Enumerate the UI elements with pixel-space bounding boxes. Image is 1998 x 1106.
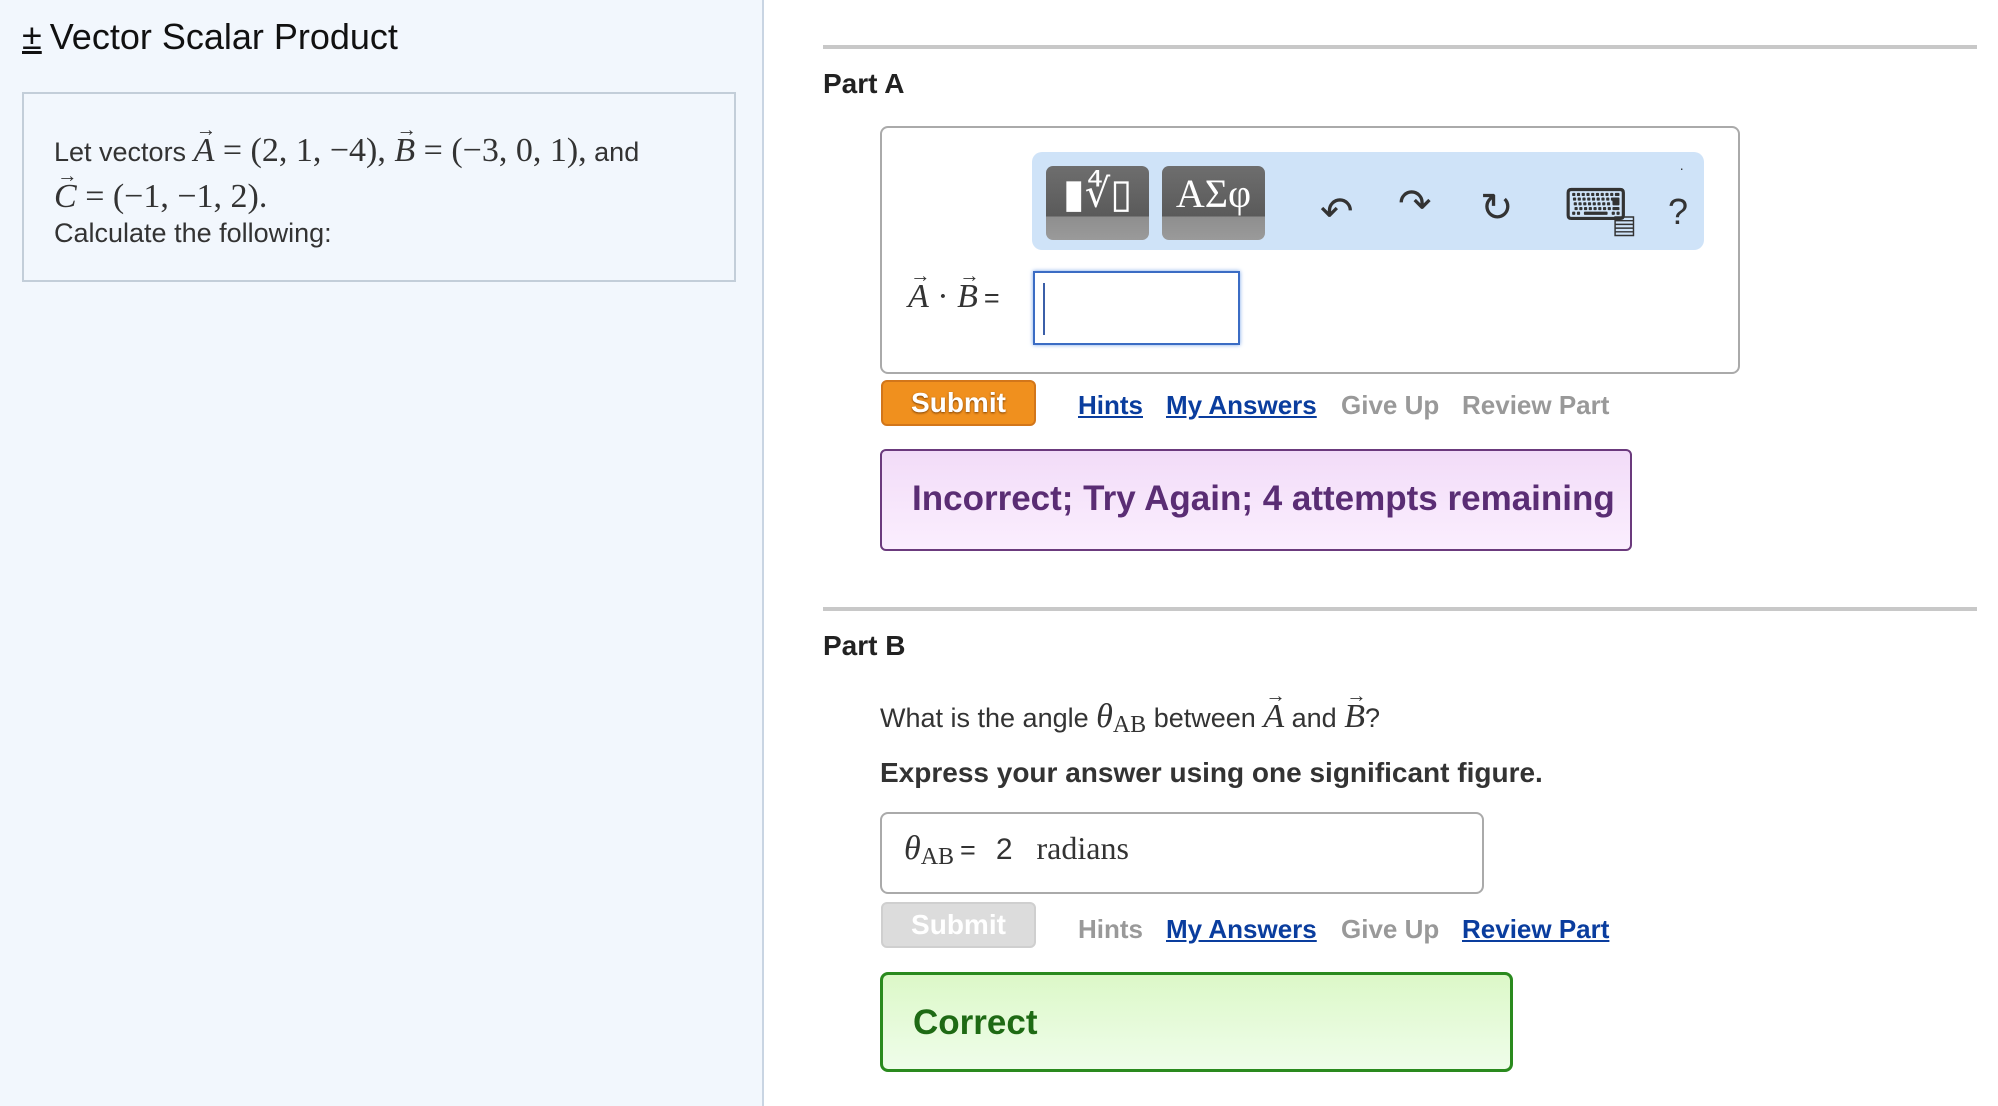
theta-symbol: θ [1096,698,1113,735]
part-a-review-part-link: Review Part [1462,390,1610,420]
intro-text: Let vectors [54,137,187,167]
part-a-feedback: Incorrect; Try Again; 4 attempts remaini… [880,449,1632,551]
part-b-hints-link: Hints [1078,914,1143,944]
label-vector-a: A [908,278,929,316]
question-text-between: between [1153,703,1256,733]
vector-b-symbol: B [394,132,415,170]
question-text-and: and [1291,703,1337,733]
a-dot-b-label: A · B= [908,278,1000,316]
part-b-answer-area: θAB = 2 radians [880,812,1484,894]
problem-line-2: C = (−1, −1, 2). [54,178,267,216]
templates-icon: ▮∜▯ [1062,171,1133,216]
question-text-start: What is the angle [880,703,1089,733]
answer-theta-subscript: AB [920,844,955,870]
problem-line-1: Let vectors A = (2, 1, −4), B = (−3, 0, … [54,132,639,170]
part-b-submit-button: Submit [881,902,1036,948]
problem-title: ± Vector Scalar Product [22,16,398,58]
part-a-submit-button[interactable]: Submit [881,380,1036,426]
vector-c-symbol: C [54,178,77,216]
part-a-answer-area: ▮∜▯ ΑΣφ ↶ ↷ ↻ ⌨ ▤ ? · A · B= [880,126,1740,374]
part-a-answer-input[interactable] [1033,271,1240,345]
part-b-question: What is the angle θAB between A and B? [880,698,1380,739]
problem-title-text: Vector Scalar Product [49,16,398,57]
part-a-title: Part A [823,68,905,99]
answer-theta-symbol: θ [904,830,921,867]
part-a-my-answers-link[interactable]: My Answers [1166,390,1317,421]
math-toolbar: ▮∜▯ ΑΣφ ↶ ↷ ↻ ⌨ ▤ ? · [1032,152,1704,250]
keyboard-shortcuts-icon[interactable]: ▤ [1612,204,1637,244]
and-text: and [594,137,640,167]
part-b-answer-value: 2 [995,833,1013,866]
part-a-feedback-text: Incorrect; Try Again; 4 attempts remaini… [912,479,1615,518]
redo-icon[interactable]: ↷ [1398,184,1432,224]
question-vector-a: A [1263,698,1284,736]
vector-c-value: = (−1, −1, 2). [85,178,268,215]
toolbar-dot: · [1679,160,1684,176]
help-icon[interactable]: ? [1668,192,1688,232]
vector-b-value: = (−3, 0, 1), [423,132,587,169]
label-equals: = [983,283,1000,313]
part-b-my-answers-link[interactable]: My Answers [1166,914,1317,945]
problem-sidebar: ±Vector Scalar Product Let vectors A = (… [0,0,764,1106]
part-b-give-up-link: Give Up [1341,914,1440,944]
part-b-title: Part B [823,630,906,661]
question-vector-b: B [1344,698,1365,736]
part-b-divider [823,607,1977,611]
greek-symbols-icon: ΑΣφ [1175,171,1252,216]
part-b-instruction: Express your answer using one significan… [880,757,1543,788]
part-a-give-up-link: Give Up [1341,390,1440,420]
part-a-hints-link[interactable]: Hints [1078,390,1143,421]
question-mark: ? [1364,703,1380,733]
templates-button[interactable]: ▮∜▯ [1046,166,1149,240]
part-b-feedback-text: Correct [913,1003,1038,1042]
theta-subscript: AB [1112,712,1147,738]
label-vector-b: B [957,278,978,316]
expand-toggle-icon[interactable]: ± [22,16,42,57]
text-caret [1043,283,1045,335]
answer-equals: = [960,835,976,865]
part-b-answer-unit: radians [1036,830,1129,866]
symbols-button[interactable]: ΑΣφ [1162,166,1265,240]
undo-icon[interactable]: ↶ [1320,192,1354,232]
label-dot: · [937,278,949,315]
vector-a-value: = (2, 1, −4), [222,132,386,169]
part-b-review-part-link[interactable]: Review Part [1462,914,1609,945]
part-a-divider [823,45,1977,49]
problem-instruction: Calculate the following: [54,218,332,248]
part-b-answer-display: θAB = 2 radians [904,830,1129,871]
problem-statement: Let vectors A = (2, 1, −4), B = (−3, 0, … [22,92,736,282]
vector-a-symbol: A [194,132,215,170]
reset-icon[interactable]: ↻ [1480,188,1514,228]
part-b-feedback: Correct [880,972,1513,1072]
